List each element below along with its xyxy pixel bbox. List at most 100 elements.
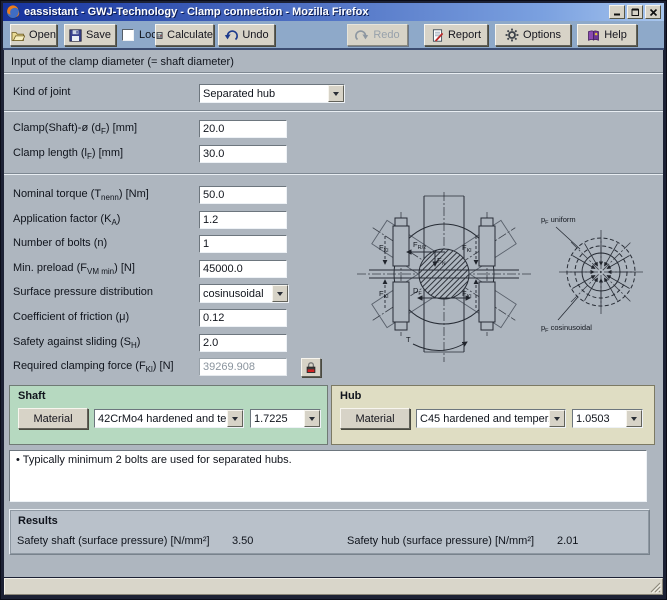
min-preload-input[interactable] [199,260,287,278]
calculate-label: Calculate [167,29,213,41]
app-window: eassistant - GWJ-Technology - Clamp conn… [0,0,667,600]
chevron-down-icon [554,417,560,424]
shaft-material-number-dropdown-button[interactable] [304,410,320,427]
separator [4,72,663,74]
status-bar [4,578,663,595]
save-button[interactable]: Save [64,24,116,46]
kind-of-joint-label: Kind of joint [13,84,199,98]
resize-grip[interactable] [648,580,661,593]
pressure-distribution-value: cosinusoidal [203,288,264,300]
clamping-force-label: Required clamping force (FKl) [N] [13,358,199,374]
hub-material-number-value: 1.0503 [576,413,610,425]
application-factor-row: Application factor (KA) [13,211,287,229]
redo-label: Redo [373,29,399,41]
options-label: Options [523,29,561,41]
firefox-icon [6,5,20,19]
clamping-force-row: Required clamping force (FKl) [N] [13,358,287,376]
open-button[interactable]: Open [10,24,57,46]
pressure-distribution-drawing: pF uniform pF cosinusoidal [541,215,643,334]
number-of-bolts-input[interactable] [199,235,287,253]
section-header: Input of the clamp diameter (= shaft dia… [11,56,234,68]
toolbar: Open Save Local Calculate [3,21,664,50]
report-button[interactable]: Report [424,24,488,46]
open-label: Open [29,29,56,41]
undo-icon [224,29,238,42]
results-title: Results [18,515,58,527]
uniform-pressure-label: pF uniform [541,215,576,226]
chevron-down-icon [277,292,283,299]
minimize-button[interactable] [609,5,625,19]
kind-of-joint-value: Separated hub [203,88,275,100]
pressure-distribution-dropdown-button[interactable] [272,285,288,302]
calculate-button[interactable]: Calculate [155,24,214,46]
chevron-down-icon [333,92,339,99]
shaft-material-button[interactable]: Material [18,408,88,429]
shaft-material-select[interactable]: 42CrMo4 hardened and te... [94,409,244,428]
help-button[interactable]: Help [577,24,637,46]
message-text: Typically minimum 2 bolts are used for s… [20,454,292,466]
hub-material-number-select[interactable]: 1.0503 [572,409,643,428]
friction-input[interactable] [199,309,287,327]
shaft-material-number-value: 1.7225 [254,413,288,425]
undo-label: Undo [242,29,268,41]
help-label: Help [604,29,627,41]
number-of-bolts-label: Number of bolts (n) [13,235,199,249]
lock-button[interactable] [301,358,321,377]
clamp-connection-diagram: FKl FKl FKl FKl FR/2 FN DF T [349,190,659,372]
kind-of-joint-dropdown-button[interactable] [328,85,344,102]
clamp-length-label: Clamp length (lF) [mm] [13,145,199,161]
report-label: Report [448,29,481,41]
kind-of-joint-select[interactable]: Separated hub [199,84,345,103]
nominal-torque-label: Nominal torque (Tnenn) [Nm] [13,186,199,202]
hub-material-select[interactable]: C45 hardened and temper... [416,409,566,428]
maximize-icon [631,8,640,17]
chevron-down-icon [309,417,315,424]
diameter-label: DF [413,286,422,297]
shaft-panel: Shaft Material 42CrMo4 hardened and te..… [9,385,328,445]
results-panel: Results Safety shaft (surface pressure) … [9,509,650,555]
min-preload-row: Min. preload (FVM min) [N] [13,260,287,278]
calculate-icon [156,29,163,42]
save-label: Save [86,29,111,41]
hub-panel: Hub Material C45 hardened and temper... … [331,385,655,445]
safety-sliding-row: Safety against sliding (SH) [13,334,287,352]
safety-hub-label: Safety hub (surface pressure) [N/mm²] [347,535,534,547]
clamp-diameter-input[interactable] [199,120,287,138]
hub-material-dropdown-button[interactable] [549,410,565,427]
force-label: FKl [379,243,388,254]
pressure-distribution-select[interactable]: cosinusoidal [199,284,289,303]
close-icon [649,8,658,17]
application-factor-input[interactable] [199,211,287,229]
local-checkbox[interactable] [122,29,134,41]
redo-button: Redo [347,24,408,46]
hub-material-value: C45 hardened and temper... [420,413,557,425]
main-content: Input of the clamp diameter (= shaft dia… [4,50,663,577]
safety-sliding-label: Safety against sliding (SH) [13,334,199,350]
hub-panel-title: Hub [340,390,361,402]
clamp-length-row: Clamp length (lF) [mm] [13,145,287,163]
torque-label: T [406,335,411,344]
clamp-length-input[interactable] [199,145,287,163]
safety-shaft-value: 3.50 [232,535,253,547]
pressure-distribution-label: Surface pressure distribution [13,284,199,298]
lock-icon [305,361,317,374]
application-factor-label: Application factor (KA) [13,211,199,227]
clamp-diameter-row: Clamp(Shaft)-ø (dF) [mm] [13,120,287,138]
hub-material-number-dropdown-button[interactable] [626,410,642,427]
titlebar: eassistant - GWJ-Technology - Clamp conn… [3,3,664,21]
shaft-material-number-select[interactable]: 1.7225 [250,409,321,428]
nominal-torque-input[interactable] [199,186,287,204]
clamping-force-output [199,358,287,376]
close-button[interactable] [645,5,661,19]
options-button[interactable]: Options [495,24,571,46]
cosinusoidal-pressure-label: pF cosinusoidal [541,323,592,334]
report-icon [431,29,444,42]
shaft-material-dropdown-button[interactable] [227,410,243,427]
safety-sliding-input[interactable] [199,334,287,352]
undo-button[interactable]: Undo [218,24,275,46]
hub-material-button[interactable]: Material [340,408,410,429]
maximize-button[interactable] [627,5,643,19]
clamp-section-drawing: FKl FKl FKl FKl FR/2 FN DF T [357,192,533,362]
clamp-diameter-label: Clamp(Shaft)-ø (dF) [mm] [13,120,199,136]
redo-icon [355,29,369,42]
